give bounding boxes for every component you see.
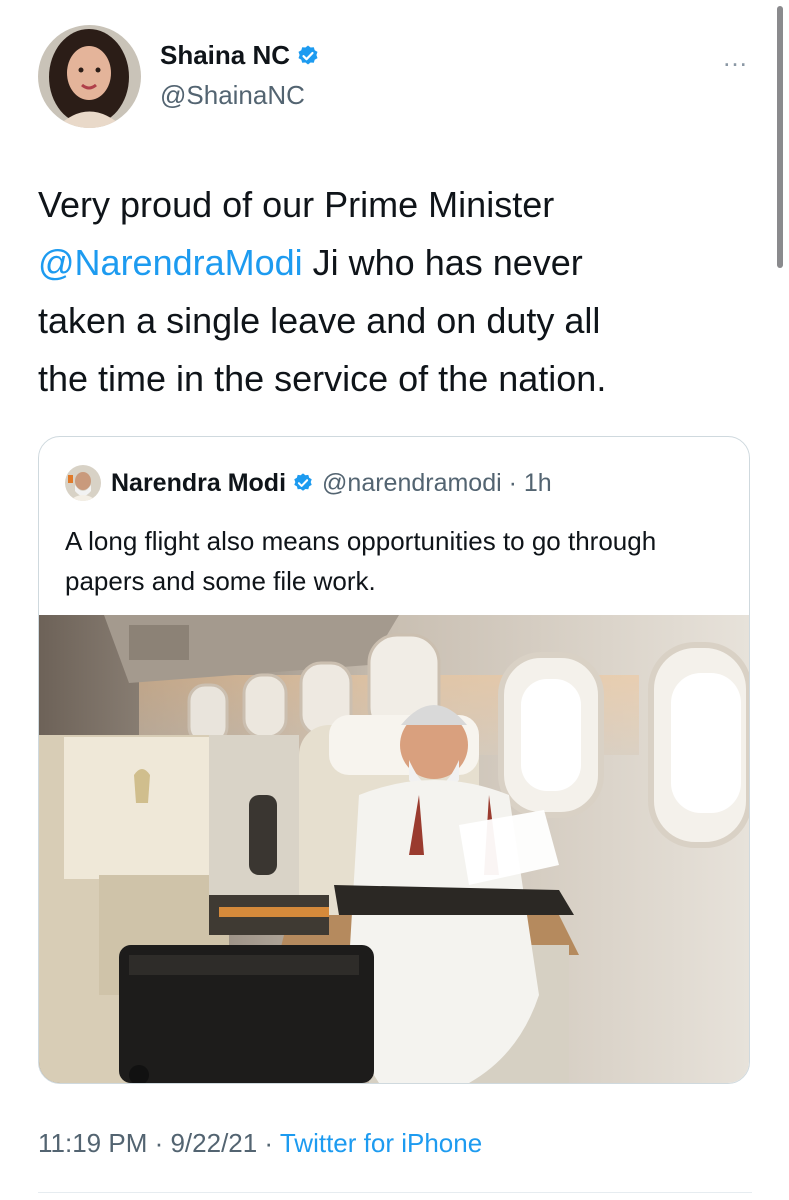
- mention-link[interactable]: @NarendraModi: [38, 242, 303, 283]
- tweet-source-link[interactable]: Twitter for iPhone: [280, 1128, 482, 1158]
- author-handle[interactable]: @ShainaNC: [160, 80, 305, 111]
- tweet-footer: 11:19 PM · 9/22/21 · Twitter for iPhone: [38, 1128, 482, 1159]
- tweet-text: Very proud of our Prime Minister @Narend…: [38, 176, 758, 408]
- quoted-tweet-header: Narendra Modi @narendramodi · 1h: [65, 465, 552, 501]
- quoted-tweet-card[interactable]: Narendra Modi @narendramodi · 1h A long …: [38, 436, 750, 1084]
- more-options-icon[interactable]: …: [722, 44, 748, 70]
- author-display-name[interactable]: Shaina NC: [160, 40, 290, 71]
- tweet-text-before: Very proud of our Prime Minister: [38, 184, 555, 225]
- quoted-handle-time: @narendramodi · 1h: [322, 468, 552, 497]
- quoted-display-name: Narendra Modi: [111, 468, 287, 497]
- divider: [38, 1192, 752, 1193]
- scrollbar[interactable]: [777, 6, 783, 268]
- verified-badge-icon: [294, 473, 312, 491]
- quoted-avatar[interactable]: [65, 465, 101, 501]
- quoted-tweet-photo[interactable]: [39, 615, 749, 1083]
- quoted-tweet-text: A long flight also means opportunities t…: [65, 526, 657, 596]
- tweet-timestamp[interactable]: 11:19 PM · 9/22/21 ·: [38, 1128, 280, 1158]
- avatar[interactable]: [38, 25, 141, 128]
- verified-badge-icon: [298, 45, 318, 64]
- author-name-row[interactable]: Shaina NC: [160, 40, 320, 71]
